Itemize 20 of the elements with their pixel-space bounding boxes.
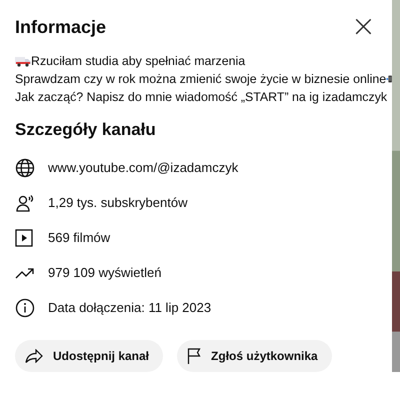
detail-text: Data dołączenia: 11 lip 2023	[48, 300, 212, 315]
description-line: Jak zacząć? Napisz do mnie wiadomość „START” na ig izadamczyk	[15, 89, 388, 106]
trend-icon	[15, 266, 35, 278]
person-icon	[15, 192, 35, 212]
section-heading: Szczegóły kanału	[15, 120, 157, 140]
detail-text: 569 filmów	[48, 230, 110, 245]
play-icon	[15, 228, 33, 246]
channel-link[interactable]: www.youtube.com/@izadamczyk	[48, 160, 238, 175]
flag-icon	[187, 348, 202, 364]
detail-text: 979 109 wyświetleń	[48, 265, 162, 280]
share-button[interactable]: Udostępnij kanał	[15, 340, 164, 372]
description-line: Rzuciłam studia aby spełniać marzenia	[31, 53, 246, 70]
description-line: Sprawdzam czy w rok można zmienić swoje życie w biznesie online	[15, 71, 386, 88]
report-button[interactable]: Zgłoś użytkownika	[177, 340, 332, 372]
close-button[interactable]: ×	[350, 14, 376, 40]
detail-text: 1,29 tys. subskrybentów	[48, 195, 188, 210]
dialog-title: Informacje	[15, 16, 106, 38]
info-icon	[15, 298, 35, 318]
share-icon	[25, 349, 43, 363]
globe-icon	[15, 158, 35, 178]
